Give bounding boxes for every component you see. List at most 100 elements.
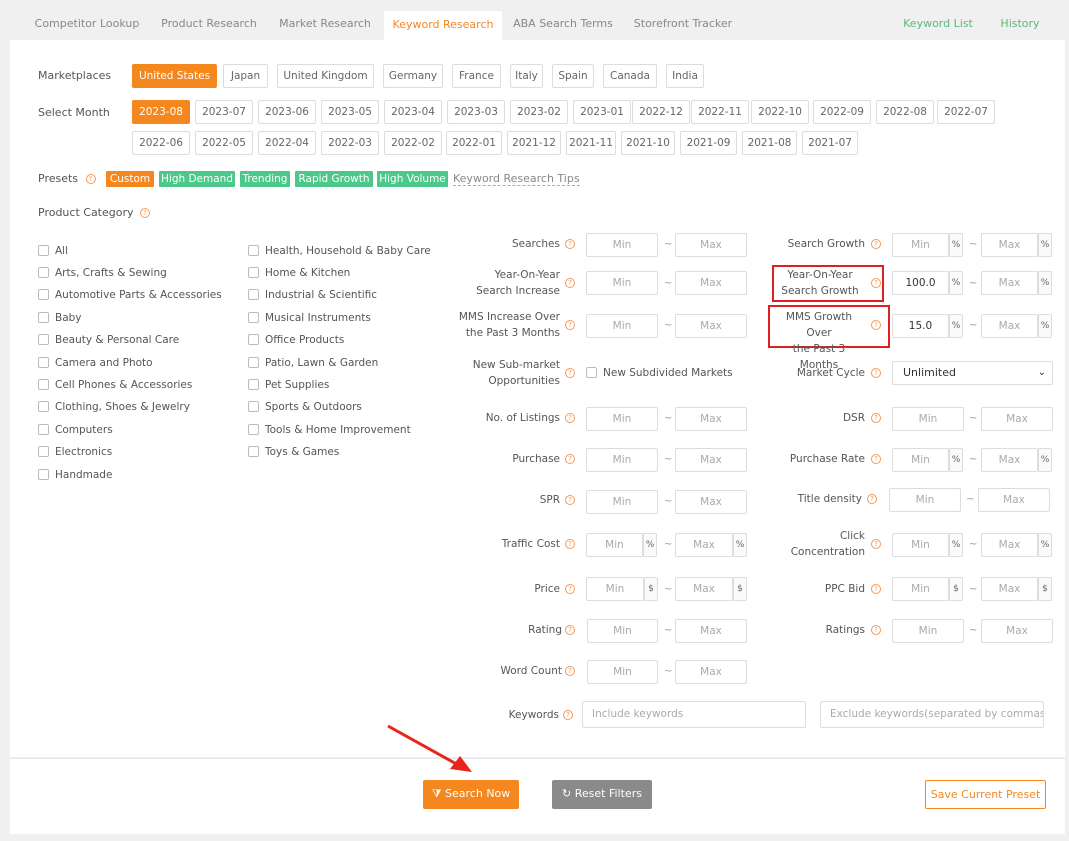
category-office[interactable]: Office Products — [248, 333, 344, 346]
mms-increase-max-input[interactable]: Max — [675, 314, 747, 338]
category-camera[interactable]: Camera and Photo — [38, 356, 153, 369]
ppc-bid-min-input[interactable]: Min — [892, 577, 949, 601]
help-icon[interactable]: ? — [867, 494, 877, 504]
preset-high-demand[interactable]: High Demand — [159, 171, 235, 187]
month-2022-11[interactable]: 2022-11 — [691, 100, 749, 124]
month-2022-01[interactable]: 2022-01 — [446, 131, 502, 155]
month-2023-02[interactable]: 2023-02 — [510, 100, 568, 124]
search-growth-max-input[interactable]: Max — [981, 233, 1038, 257]
preset-high-volume[interactable]: High Volume — [377, 171, 448, 187]
purchase-max-input[interactable]: Max — [675, 448, 747, 472]
dsr-max-input[interactable]: Max — [981, 407, 1053, 431]
category-tools[interactable]: Tools & Home Improvement — [248, 423, 411, 436]
mms-growth-min-input[interactable]: 15.0 — [892, 314, 949, 338]
exclude-keywords-input[interactable]: Exclude keywords(separated by commas) — [820, 701, 1044, 728]
keyword-research-tips-link[interactable]: Keyword Research Tips — [453, 172, 580, 186]
month-2022-08[interactable]: 2022-08 — [876, 100, 934, 124]
listings-min-input[interactable]: Min — [586, 407, 658, 431]
tab-aba-search-terms[interactable]: ABA Search Terms — [504, 10, 622, 40]
ratings-min-input[interactable]: Min — [892, 619, 964, 643]
category-pet[interactable]: Pet Supplies — [248, 378, 329, 391]
help-icon[interactable]: ? — [565, 278, 575, 288]
help-icon[interactable]: ? — [871, 413, 881, 423]
preset-trending[interactable]: Trending — [240, 171, 290, 187]
listings-max-input[interactable]: Max — [675, 407, 747, 431]
searches-max-input[interactable]: Max — [675, 233, 747, 257]
dsr-min-input[interactable]: Min — [892, 407, 964, 431]
month-2021-11[interactable]: 2021-11 — [566, 131, 616, 155]
tab-storefront-tracker[interactable]: Storefront Tracker — [622, 10, 744, 40]
yoy-growth-min-input[interactable]: 100.0 — [892, 271, 949, 295]
month-2021-07[interactable]: 2021-07 — [802, 131, 858, 155]
price-max-input[interactable]: Max — [675, 577, 733, 601]
category-industrial[interactable]: Industrial & Scientific — [248, 288, 377, 301]
help-icon[interactable]: ? — [565, 454, 575, 464]
new-subdivided-markets-checkbox[interactable]: New Subdivided Markets — [586, 366, 733, 379]
market-cycle-select[interactable]: Unlimited ⌄ — [892, 361, 1053, 385]
marketplace-india[interactable]: India — [666, 64, 704, 88]
checkbox[interactable] — [38, 468, 49, 480]
word-count-min-input[interactable]: Min — [587, 660, 658, 684]
help-icon[interactable]: ? — [565, 413, 575, 423]
month-2023-03[interactable]: 2023-03 — [447, 100, 505, 124]
category-baby[interactable]: Baby — [38, 311, 82, 324]
tab-keyword-list[interactable]: Keyword List — [894, 10, 982, 40]
help-icon[interactable]: ? — [871, 454, 881, 464]
help-icon[interactable]: ? — [871, 368, 881, 378]
marketplace-japan[interactable]: Japan — [223, 64, 268, 88]
category-all[interactable]: All — [38, 244, 68, 257]
click-concentration-min-input[interactable]: Min — [892, 533, 949, 557]
category-home-kitchen[interactable]: Home & Kitchen — [248, 266, 350, 279]
checkbox[interactable] — [38, 400, 49, 412]
rating-min-input[interactable]: Min — [587, 619, 658, 643]
category-beauty[interactable]: Beauty & Personal Care — [38, 333, 179, 346]
checkbox[interactable] — [38, 244, 49, 256]
rating-max-input[interactable]: Max — [675, 619, 747, 643]
category-health[interactable]: Health, Household & Baby Care — [248, 244, 431, 257]
searches-min-input[interactable]: Min — [586, 233, 658, 257]
category-musical[interactable]: Musical Instruments — [248, 311, 371, 324]
checkbox[interactable] — [248, 378, 259, 390]
marketplace-united-kingdom[interactable]: United Kingdom — [277, 64, 374, 88]
price-min-input[interactable]: Min — [586, 577, 644, 601]
spr-min-input[interactable]: Min — [586, 490, 658, 514]
click-concentration-max-input[interactable]: Max — [981, 533, 1038, 557]
marketplace-italy[interactable]: Italy — [510, 64, 543, 88]
word-count-max-input[interactable]: Max — [675, 660, 747, 684]
marketplace-france[interactable]: France — [452, 64, 501, 88]
include-keywords-input[interactable]: Include keywords — [582, 701, 806, 728]
purchase-rate-max-input[interactable]: Max — [981, 448, 1038, 472]
month-2023-07[interactable]: 2023-07 — [195, 100, 253, 124]
title-density-max-input[interactable]: Max — [978, 488, 1050, 512]
spr-max-input[interactable]: Max — [675, 490, 747, 514]
traffic-cost-max-input[interactable]: Max — [675, 533, 733, 557]
help-icon[interactable]: ? — [565, 666, 575, 676]
checkbox[interactable] — [248, 311, 259, 323]
traffic-cost-min-input[interactable]: Min — [586, 533, 643, 557]
category-computers[interactable]: Computers — [38, 423, 113, 436]
month-2022-07[interactable]: 2022-07 — [937, 100, 995, 124]
checkbox[interactable] — [38, 378, 49, 390]
month-2023-05[interactable]: 2023-05 — [321, 100, 379, 124]
checkbox[interactable] — [248, 356, 259, 368]
month-2023-08[interactable]: 2023-08 — [132, 100, 190, 124]
yoy-growth-max-input[interactable]: Max — [981, 271, 1038, 295]
checkbox[interactable] — [38, 423, 49, 435]
marketplace-canada[interactable]: Canada — [603, 64, 657, 88]
purchase-min-input[interactable]: Min — [586, 448, 658, 472]
checkbox[interactable] — [248, 266, 259, 278]
preset-custom[interactable]: Custom — [106, 171, 154, 187]
help-icon[interactable]: ? — [871, 320, 881, 330]
tab-competitor-lookup[interactable]: Competitor Lookup — [24, 10, 150, 40]
checkbox[interactable] — [38, 356, 49, 368]
help-icon[interactable]: ? — [565, 584, 575, 594]
yoy-increase-min-input[interactable]: Min — [586, 271, 658, 295]
category-clothing[interactable]: Clothing, Shoes & Jewelry — [38, 400, 190, 413]
month-2022-02[interactable]: 2022-02 — [384, 131, 442, 155]
checkbox[interactable] — [248, 333, 259, 345]
checkbox[interactable] — [248, 244, 259, 256]
month-2021-09[interactable]: 2021-09 — [680, 131, 737, 155]
checkbox[interactable] — [38, 311, 49, 323]
marketplace-germany[interactable]: Germany — [383, 64, 443, 88]
category-cell-phones[interactable]: Cell Phones & Accessories — [38, 378, 192, 391]
